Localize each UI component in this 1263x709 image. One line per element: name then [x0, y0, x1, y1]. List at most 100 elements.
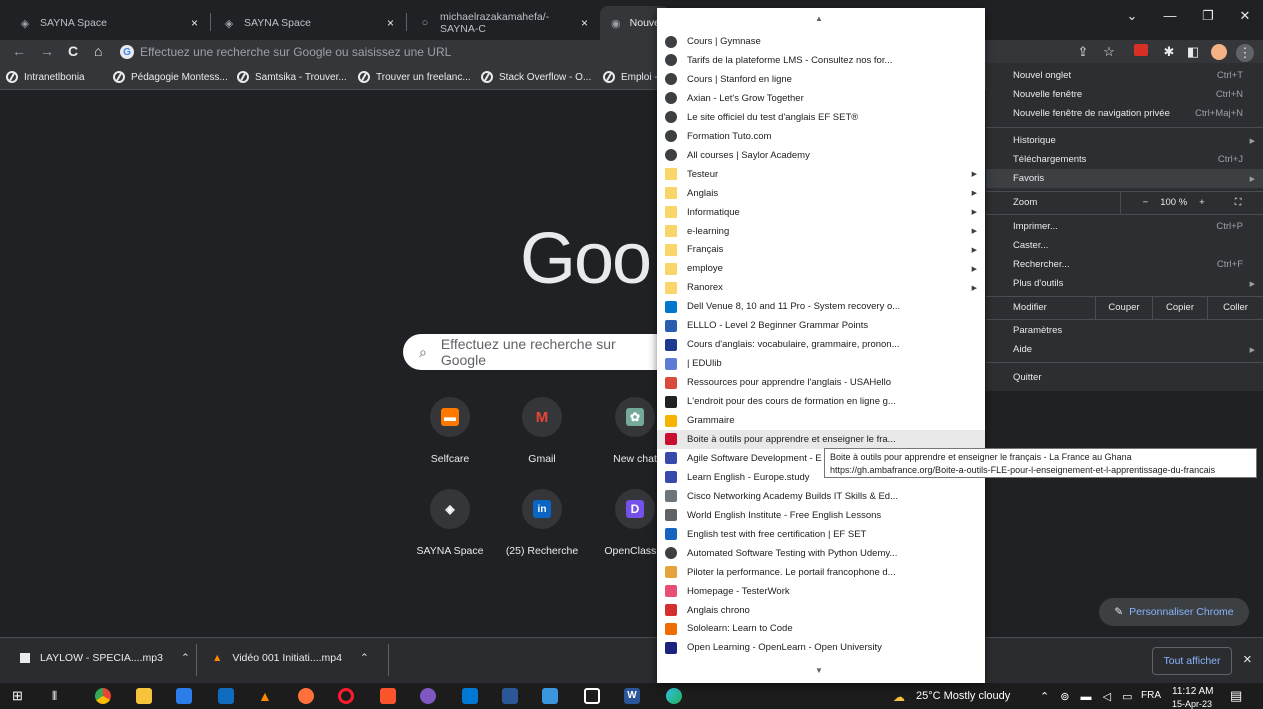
tab-sayna-1[interactable]: ◈ SAYNA Space × [8, 6, 208, 40]
opera-icon[interactable] [338, 688, 354, 704]
bookmark-star-icon[interactable]: ☆ [1100, 44, 1118, 60]
bookmark-bar-item[interactable]: Pédagogie Montess... [113, 71, 228, 83]
bookmark-item[interactable]: Axian - Let's Grow Together [657, 89, 985, 108]
store-icon[interactable] [176, 688, 192, 704]
clock-date[interactable]: 15-Apr-23 [1172, 699, 1212, 709]
back-button[interactable]: ← [12, 43, 26, 59]
edge-icon[interactable] [666, 688, 682, 704]
bookmark-folder[interactable]: e-learning ▶ [657, 222, 985, 241]
cut-button[interactable]: Couper [1095, 296, 1152, 319]
task-view-icon[interactable]: ⫴ [52, 688, 68, 704]
scroll-down-arrow-icon[interactable]: ▼ [815, 666, 823, 675]
vlc-taskbar-icon[interactable]: ▲ [258, 688, 274, 704]
forward-button[interactable]: → [40, 43, 54, 59]
fullscreen-icon[interactable]: ⛶ [1235, 197, 1242, 208]
clock-time[interactable]: 11:12 AM [1172, 686, 1214, 697]
bookmark-item[interactable]: Le site officiel du test d'anglais EF SE… [657, 108, 985, 127]
menu-history[interactable]: Historique ▶ [986, 131, 1263, 150]
menu-find[interactable]: Rechercher... Ctrl+F [986, 255, 1263, 274]
bookmark-bar-item[interactable]: Trouver un freelanc... [358, 71, 471, 83]
download-item[interactable]: ▲ Vidéo 001 Initiati....mp4 ⌃ [212, 652, 369, 664]
menu-help[interactable]: Aide ▶ [986, 340, 1263, 359]
extensions-icon[interactable]: ✱ [1160, 44, 1178, 60]
firefox-icon[interactable] [298, 688, 314, 704]
scroll-up-arrow-icon[interactable]: ▲ [815, 14, 823, 23]
show-all-downloads-button[interactable]: Tout afficher [1152, 647, 1232, 675]
bookmark-item[interactable]: Piloter la performance. Le portail franc… [657, 563, 985, 582]
bookmark-item[interactable]: Dell Venue 8, 10 and 11 Pro - System rec… [657, 297, 985, 316]
vscode-icon[interactable] [462, 688, 478, 704]
bookmark-item[interactable]: | EDUlib [657, 354, 985, 373]
ntp-search-box[interactable]: ⌕ Effectuez une recherche sur Google [403, 334, 663, 370]
bookmark-item[interactable]: English test with free certification | E… [657, 525, 985, 544]
zoom-out-button[interactable]: − [1143, 197, 1149, 208]
bookmark-bar-item[interactable]: Samtsika - Trouver... [237, 71, 347, 83]
bookmark-folder[interactable]: employe ▶ [657, 259, 985, 278]
reload-button[interactable]: C [68, 43, 78, 59]
weather-text[interactable]: 25°C Mostly cloudy [916, 690, 1010, 702]
chevron-up-icon[interactable]: ⌃ [181, 652, 190, 664]
bookmark-item[interactable]: Cisco Networking Academy Builds IT Skill… [657, 487, 985, 506]
tab-close-button[interactable]: × [387, 16, 394, 30]
bookmark-item[interactable]: Ressources pour apprendre l'anglais - US… [657, 373, 985, 392]
bookmark-item[interactable]: Cours d'anglais: vocabulaire, grammaire,… [657, 335, 985, 354]
customize-chrome-button[interactable]: ✎ Personnaliser Chrome [1099, 598, 1249, 626]
windows-start-icon[interactable]: ⊞ [12, 688, 28, 704]
chevron-up-icon[interactable]: ⌃ [360, 652, 369, 664]
pen-app-icon[interactable] [542, 688, 558, 704]
bookmark-folder[interactable]: Testeur ▶ [657, 165, 985, 184]
bookmark-item[interactable]: Homepage - TesterWork [657, 582, 985, 601]
bookmark-item[interactable]: Sololearn: Learn to Code [657, 619, 985, 638]
system-tray-icons[interactable]: ⌃ ⊚ ▬ ◁ ▭ [1040, 690, 1137, 703]
bookmark-item[interactable]: Grammaire [657, 411, 985, 430]
shortcut-selfcare[interactable]: ▬ Selfcare [405, 397, 495, 465]
bookmark-folder[interactable]: Français ▶ [657, 240, 985, 259]
omnibox[interactable]: G Effectuez une recherche sur Google ou … [120, 41, 660, 63]
extension-red-icon[interactable] [1132, 44, 1150, 59]
menu-downloads[interactable]: Téléchargements Ctrl+J [986, 150, 1263, 169]
language-indicator[interactable]: FRA [1141, 690, 1161, 701]
bookmark-item[interactable]: L'endroit pour des cours de formation en… [657, 392, 985, 411]
menu-new-incognito[interactable]: Nouvelle fenêtre de navigation privée Ctr… [986, 104, 1263, 123]
bookmark-folder[interactable]: Ranorex ▶ [657, 278, 985, 297]
mail-icon[interactable] [218, 688, 234, 704]
menu-settings[interactable]: Paramètres [986, 321, 1263, 340]
shortcut-linkedin[interactable]: in (25) Recherche [497, 489, 587, 557]
menu-cast[interactable]: Caster... [986, 236, 1263, 255]
notifications-icon[interactable]: ▤ [1230, 688, 1242, 704]
tab-search-button[interactable]: ⌄ [1120, 8, 1144, 24]
tab-close-button[interactable]: × [191, 16, 198, 30]
bookmark-item[interactable]: Boite à outils pour apprendre et enseign… [657, 429, 985, 449]
bookmark-item[interactable]: Tarifs de la plateforme LMS - Consultez … [657, 51, 985, 70]
bookmark-bar-item[interactable]: Intranetlbonia [6, 71, 85, 83]
bookmark-bar-item[interactable]: Emploi - [603, 71, 658, 83]
file-explorer-icon[interactable] [136, 688, 152, 704]
shortcut-gmail[interactable]: M Gmail [497, 397, 587, 465]
side-panel-icon[interactable]: ◧ [1184, 44, 1202, 60]
copy-button[interactable]: Copier [1152, 296, 1207, 319]
tab-close-button[interactable]: × [581, 16, 588, 30]
restore-button[interactable]: ❐ [1196, 8, 1220, 24]
word-icon[interactable]: W [624, 688, 640, 704]
bookmark-folder[interactable]: Informatique ▶ [657, 203, 985, 222]
bookmark-item[interactable]: Cours | Gymnase [657, 32, 985, 51]
powershell-icon[interactable] [502, 688, 518, 704]
paste-button[interactable]: Coller [1207, 296, 1263, 319]
bookmark-item[interactable]: ELLLO - Level 2 Beginner Grammar Points [657, 316, 985, 335]
menu-quit[interactable]: Quitter [986, 368, 1263, 387]
app-icon[interactable] [584, 688, 600, 704]
menu-new-tab[interactable]: Nouvel onglet Ctrl+T [986, 66, 1263, 85]
download-item[interactable]: LAYLOW - SPECIA....mp3 ⌃ [20, 652, 190, 664]
bookmark-item[interactable]: Automated Software Testing with Python U… [657, 544, 985, 563]
bookmark-item[interactable]: Open Learning - OpenLearn - Open Univers… [657, 638, 985, 657]
app-icon[interactable] [420, 688, 436, 704]
chrome-menu-button[interactable]: ⋮ [1236, 44, 1254, 62]
close-shelf-button[interactable]: × [1243, 651, 1252, 668]
bookmark-item[interactable]: Cours | Stanford en ligne [657, 70, 985, 89]
menu-print[interactable]: Imprimer... Ctrl+P [986, 217, 1263, 236]
bookmark-item[interactable]: Formation Tuto.com [657, 127, 985, 146]
menu-new-window[interactable]: Nouvelle fenêtre Ctrl+N [986, 85, 1263, 104]
bookmark-item[interactable]: World English Institute - Free English L… [657, 506, 985, 525]
menu-more-tools[interactable]: Plus d'outils ▶ [986, 274, 1263, 293]
minimize-button[interactable]: — [1158, 8, 1182, 23]
